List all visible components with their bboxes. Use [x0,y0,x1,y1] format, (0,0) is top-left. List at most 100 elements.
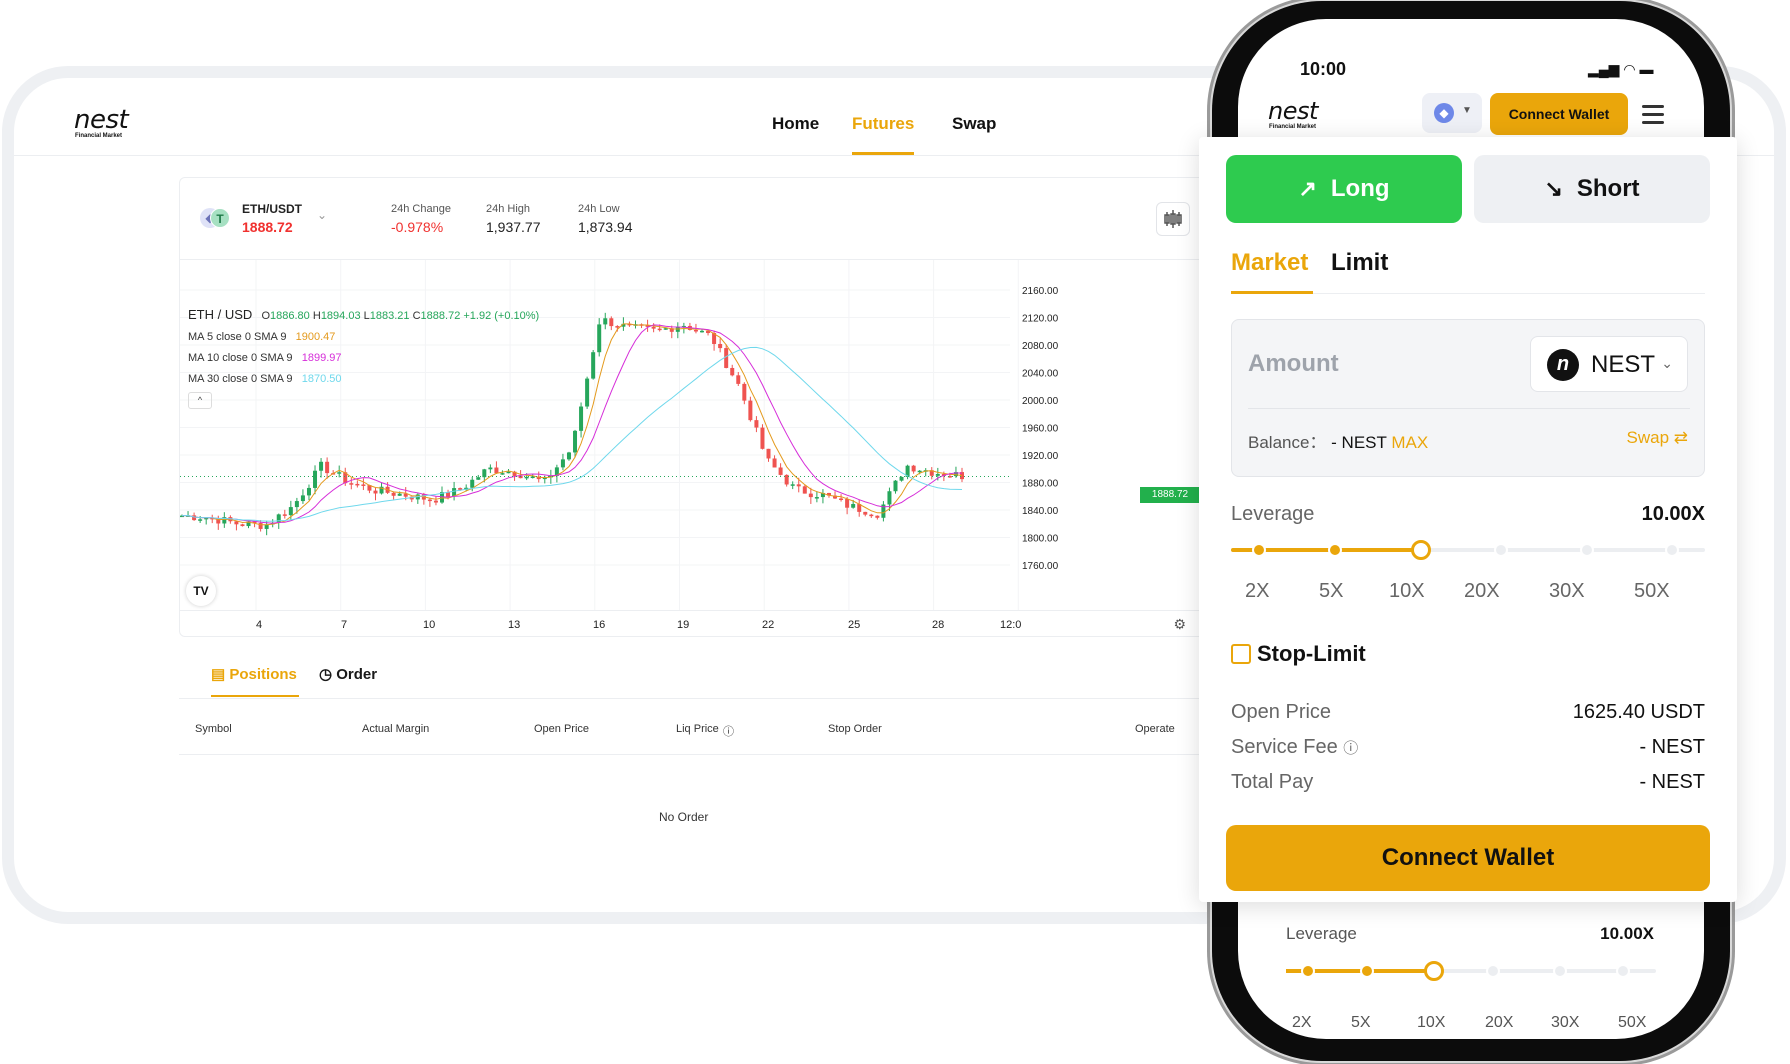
candle-body [282,514,287,516]
amount-input[interactable]: Amount [1248,350,1339,378]
tradingview-logo[interactable]: TV [186,576,216,606]
nav-futures[interactable]: Futures [852,114,914,134]
candle-body [234,521,239,525]
candle-body [869,514,874,517]
ma10-value: 1899.97 [301,352,342,364]
candle-body [615,326,620,328]
legend-l-value: 1883.21 [369,310,410,322]
phone-leverage-tick[interactable]: 10X [1417,1014,1445,1032]
leverage-tick[interactable]: 30X [1549,580,1585,603]
info-icon[interactable]: ⓘ [1343,740,1358,757]
total-pay-value: - NEST [1639,771,1705,793]
phone-leverage-tick[interactable]: 2X [1292,1014,1312,1032]
ma5-value: 1900.47 [295,331,336,343]
slider-stop[interactable] [1494,543,1509,557]
leverage-tick[interactable]: 20X [1464,580,1500,603]
candle-body [524,476,529,479]
list-icon: ▤ [211,666,226,683]
candle-body [700,330,704,333]
candle-body [754,420,759,428]
pair-name[interactable]: ETH/USDT [242,202,302,216]
leverage-tick[interactable]: 5X [1319,580,1343,603]
phone-slider-stop[interactable] [1552,964,1567,978]
balance-row: Balance： - NEST MAX [1248,428,1428,453]
hamburger-menu-icon[interactable] [1642,105,1664,129]
y-tick-label: 2040.00 [1022,369,1059,380]
candle-body [506,471,511,474]
token-select[interactable]: n NEST ⌄ [1530,336,1688,392]
tab-positions[interactable]: ▤ Positions [211,665,297,683]
long-button[interactable]: ↗ Long [1226,155,1462,223]
phone-slider-stop[interactable] [1360,964,1375,978]
swap-link[interactable]: Swap ⇄ [1627,428,1689,448]
candle-body [585,378,590,407]
phone-leverage-tick[interactable]: 50X [1618,1014,1646,1032]
candle-body [675,327,680,332]
service-fee-row: Service Fee ⓘ [1231,736,1358,759]
phone-leverage-tick[interactable]: 30X [1551,1014,1579,1032]
network-select[interactable]: ◆ ▼ [1422,93,1482,133]
nav-home[interactable]: Home [772,114,819,134]
phone-leverage-tick[interactable]: 20X [1485,1014,1513,1032]
y-tick-label: 2120.00 [1022,314,1059,325]
nav-swap[interactable]: Swap [952,114,996,134]
candle-body [742,383,747,401]
leverage-tick[interactable]: 2X [1245,580,1269,603]
phone-slider-thumb[interactable] [1424,961,1444,981]
leverage-slider[interactable] [1231,540,1705,560]
slider-stop[interactable] [1252,543,1267,557]
slider-stop[interactable] [1579,543,1594,557]
legend-collapse-button[interactable]: ^ [188,392,212,409]
candle-body [294,501,299,508]
ma10-label: MA 10 close 0 SMA 9 [188,352,293,364]
candle-body [494,467,499,474]
leverage-slider-thumb[interactable] [1410,540,1431,560]
phone-leverage-slider[interactable] [1286,961,1656,981]
x-tick: 25 [848,619,861,631]
usdt-coin-icon: T [210,208,230,228]
stop-limit-row[interactable]: Stop-Limit [1231,641,1366,667]
price-chart[interactable]: 2160.00 2120.00 2080.00 2040.00 2000.00 1960.… [180,260,1208,610]
amount-input-box[interactable]: Amount n NEST ⌄ Balance： - NEST MAX Swap… [1231,319,1705,477]
slider-stop[interactable] [1664,543,1679,557]
chart-settings-gear-icon[interactable]: ⚙ [1173,616,1186,633]
candle-body [845,499,850,508]
tab-market[interactable]: Market [1231,249,1308,277]
trend-up-icon: ↗ [1298,176,1317,201]
slider-stop[interactable] [1328,543,1343,557]
leverage-tick[interactable]: 50X [1634,580,1670,603]
info-icon[interactable]: ⓘ [723,723,734,739]
logo-tagline: Financial Market [75,133,123,139]
high-value: 1,937.77 [486,219,541,235]
low-value: 1,873.94 [578,219,633,235]
candle-body [899,476,904,481]
chart-type-button[interactable] [1156,202,1190,236]
phone-connect-wallet-button[interactable]: Connect Wallet [1490,93,1628,135]
leverage-tick[interactable]: 10X [1389,580,1425,603]
phone-logo[interactable]: nest Financial Market [1268,99,1318,131]
pair-chevron-down-icon[interactable]: ⌄ [317,208,327,222]
phone-slider-stop[interactable] [1615,964,1630,978]
stop-limit-checkbox[interactable] [1231,644,1251,664]
balance-value: - NEST [1331,433,1387,452]
max-button[interactable]: MAX [1391,433,1428,452]
tab-limit[interactable]: Limit [1331,249,1388,277]
legend-c-value: 1888.72 [420,310,461,322]
connect-wallet-button[interactable]: Connect Wallet [1226,825,1710,891]
tab-order[interactable]: ◷ Order [319,665,377,683]
phone-slider-stop[interactable] [1486,964,1501,978]
caret-down-icon: ▼ [1462,105,1472,116]
stop-limit-label: Stop-Limit [1257,641,1366,666]
ma5-label: MA 5 close 0 SMA 9 [188,331,287,343]
status-time: 10:00 [1300,59,1347,79]
short-button[interactable]: ↘ Short [1474,155,1710,223]
x-tick: 13 [508,619,521,631]
phone-slider-stop[interactable] [1301,964,1316,978]
x-tick: 19 [677,619,690,631]
candle-body [319,461,324,471]
logo[interactable]: nest Financial Market [74,107,129,140]
candle-body [349,483,354,485]
phone-leverage-tick[interactable]: 5X [1351,1014,1371,1032]
legend-symbol: ETH / USD [188,307,253,322]
status-bar-icons: ▂▄▆ ◠ ▬ [1588,61,1654,77]
